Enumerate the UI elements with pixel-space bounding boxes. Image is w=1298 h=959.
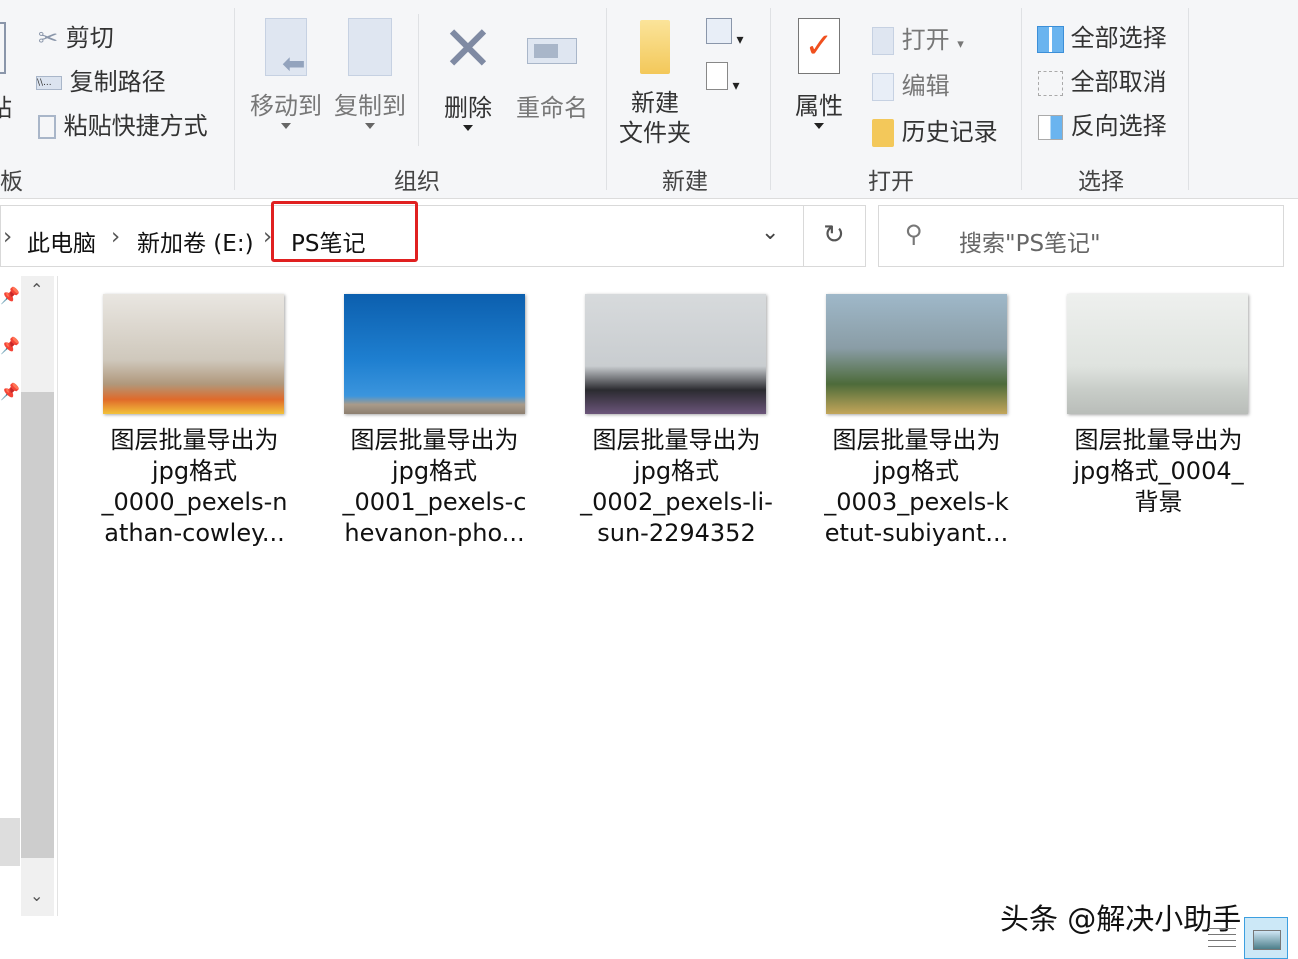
new-item-icon (706, 18, 732, 44)
divider (1188, 8, 1189, 190)
file-item[interactable]: 图层批量导出为 jpg格式 _0000_pexels-n athan-cowley..… (74, 280, 315, 560)
watermark: 头条 @解决小助手 (1000, 902, 1242, 936)
file-name-line: jpg格式 (633, 457, 720, 485)
move-to-button[interactable]: ⬅ 移动到 (246, 18, 326, 129)
large-icons-view-button[interactable] (1244, 917, 1288, 959)
divider (770, 8, 771, 190)
file-name-line: 背景 (1134, 488, 1183, 516)
copy-to-button[interactable]: 复制到 (330, 18, 410, 129)
file-name-line: jpg格式 (151, 457, 238, 485)
file-name-line: _0001_pexels-c (342, 488, 527, 516)
chevron-right-icon: › (111, 224, 121, 250)
file-name-line: 图层批量导出为 (350, 426, 519, 454)
select-all-button[interactable]: 全部选择 (1037, 18, 1167, 53)
scroll-up-icon[interactable]: ⌃ (30, 280, 43, 299)
file-name-line: _0003_pexels-k (824, 488, 1009, 516)
breadcrumb-drive-e[interactable]: 新加卷 (E:) (137, 224, 254, 258)
copy-icon (348, 18, 392, 76)
selected-nav-item[interactable] (0, 818, 20, 866)
details-view-icon[interactable] (1208, 928, 1236, 952)
file-item[interactable]: 图层批量导出为 jpg格式_0004_ 背景 (1038, 280, 1279, 560)
clipboard-group-label: 板 (0, 169, 23, 195)
file-name-line: etut-subiyant... (824, 519, 1009, 547)
select-group-label: 选择 (1078, 169, 1124, 195)
breadcrumb-this-pc[interactable]: 此电脑 (27, 224, 96, 258)
scrollbar-thumb[interactable] (21, 392, 54, 858)
image-icon (1253, 930, 1281, 950)
file-name-line: 图层批量导出为 (832, 426, 1001, 454)
divider (803, 206, 804, 266)
select-all-icon (1037, 25, 1064, 53)
paste-icon (0, 22, 6, 74)
divider (418, 14, 419, 146)
search-box[interactable]: ⚲ 搜索"PS笔记" (878, 205, 1284, 267)
rename-icon (527, 38, 577, 64)
delete-button[interactable]: ✕ 删除 (430, 14, 506, 131)
file-name-line: _0000_pexels-n (101, 488, 288, 516)
refresh-icon[interactable]: ↻ (823, 220, 845, 250)
easy-access-button[interactable]: ▾ (706, 62, 739, 94)
select-none-button[interactable]: 全部取消 (1038, 62, 1167, 97)
paste-shortcut-button[interactable]: 粘贴快捷方式 (38, 106, 208, 141)
file-name-line: athan-cowley... (104, 519, 285, 547)
pin-icon: 📌 (0, 286, 20, 305)
file-name-line: 图层批量导出为 (1074, 426, 1243, 454)
history-button[interactable]: 历史记录 (872, 112, 998, 147)
cut-button[interactable]: ✂ 剪切 (38, 18, 114, 53)
file-name-line: jpg格式 (391, 457, 478, 485)
folder-icon (640, 20, 670, 74)
file-name-line: _0002_pexels-li- (580, 488, 773, 516)
file-item[interactable]: 图层批量导出为 jpg格式 _0003_pexels-k etut-subiyant.… (796, 280, 1037, 560)
history-icon (872, 119, 894, 147)
clipboard-icon (38, 115, 56, 139)
file-name-line: 图层批量导出为 (110, 426, 279, 454)
file-name-line: sun-2294352 (597, 519, 756, 547)
new-item-button[interactable]: ▾ (706, 18, 743, 48)
pin-icon: 📌 (0, 382, 20, 401)
file-item[interactable]: 图层批量导出为 jpg格式 _0002_pexels-li-sun-2294352 (556, 280, 797, 560)
path-icon: \\... (36, 76, 62, 90)
properties-check-icon: ✓ (798, 18, 840, 74)
breadcrumb-ps-notes[interactable]: PS笔记 (291, 224, 365, 258)
scissors-icon: ✂ (38, 24, 59, 52)
search-input[interactable]: 搜索"PS笔记" (959, 224, 1101, 258)
open-group-label: 打开 (868, 169, 914, 195)
file-name-line: hevanon-pho... (344, 519, 525, 547)
search-icon: ⚲ (905, 220, 923, 248)
invert-selection-icon (1038, 114, 1063, 140)
address-bar[interactable]: › 此电脑 › 新加卷 (E:) › PS笔记 ⌄ ↻ (0, 201, 866, 267)
edit-pencil-icon (872, 73, 894, 101)
scroll-down-icon[interactable]: ⌄ (30, 886, 43, 905)
rename-button[interactable]: 重命名 (512, 14, 592, 123)
divider (234, 8, 235, 190)
open-button[interactable]: 打开 ▾ (872, 20, 964, 55)
pin-icon: 📌 (0, 336, 20, 355)
properties-button[interactable]: ✓ 属性 (786, 18, 852, 129)
new-group-label: 新建 (662, 169, 708, 195)
move-icon: ⬅ (265, 18, 307, 80)
divider (606, 8, 607, 190)
document-icon (706, 62, 728, 90)
divider (1021, 8, 1022, 190)
file-name-line: jpg格式_0004_ (1073, 457, 1244, 485)
ribbon: 贴 ✂ 剪切 \\... 复制路径 粘贴快捷方式 板 ⬅ 移动到 复制到 ✕ 删… (0, 0, 1298, 199)
select-none-icon (1038, 70, 1063, 96)
edit-button[interactable]: 编辑 (872, 66, 950, 101)
new-folder-button[interactable]: 新建 文件夹 (614, 20, 696, 148)
chevron-right-icon: › (3, 224, 13, 250)
open-icon (872, 27, 894, 55)
delete-x-icon: ✕ (442, 12, 494, 85)
organize-group-label: 组织 (394, 169, 440, 195)
copy-path-button[interactable]: \\... 复制路径 (36, 62, 166, 97)
chevron-down-icon[interactable]: ⌄ (761, 220, 779, 245)
invert-selection-button[interactable]: 反向选择 (1038, 106, 1167, 141)
file-name-line: 图层批量导出为 (592, 426, 761, 454)
vertical-scrollbar[interactable]: ⌃ ⌄ (21, 276, 54, 916)
file-name-line: jpg格式 (873, 457, 960, 485)
paste-button[interactable]: 贴 (0, 88, 12, 123)
file-item[interactable]: 图层批量导出为 jpg格式 _0001_pexels-c hevanon-pho... (314, 280, 555, 560)
